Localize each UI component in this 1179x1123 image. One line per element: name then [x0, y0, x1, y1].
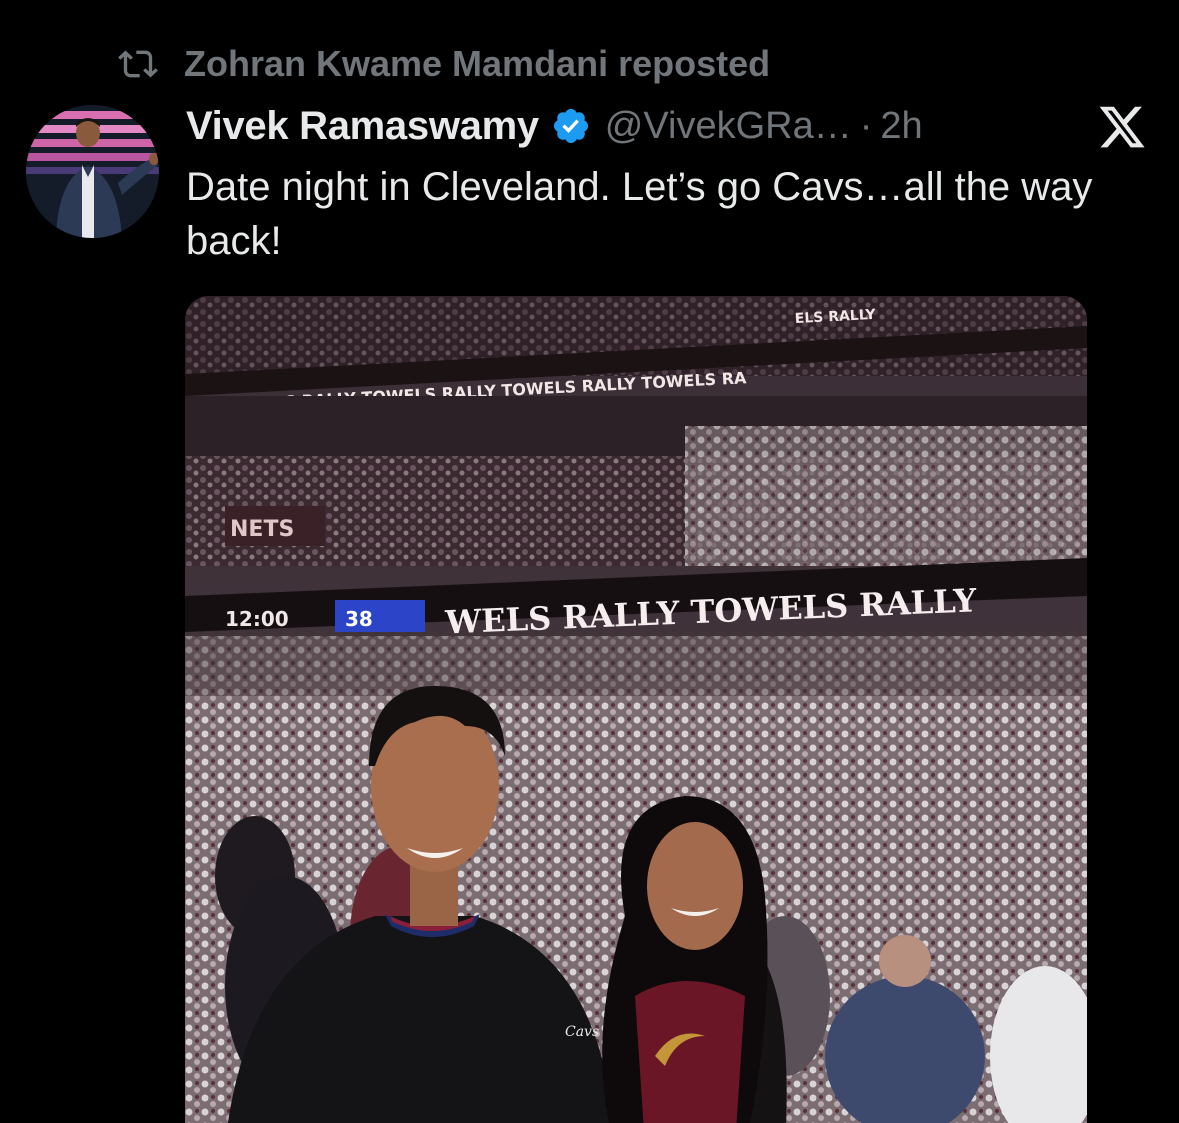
tweet-text: Date night in Cleveland. Let’s go Cavs…a…	[186, 165, 1093, 263]
svg-text:NETS: NETS	[230, 517, 294, 542]
post: Zohran Kwame Mamdani reposted Vivek Rama…	[0, 0, 1179, 1123]
repost-context[interactable]: Zohran Kwame Mamdani reposted	[118, 42, 770, 86]
x-logo-icon	[1099, 106, 1145, 148]
tweet-photo[interactable]: LLY TOWELS RALLY TOWELS RALLY TOWELS RAL…	[185, 296, 1087, 1123]
repost-label: Zohran Kwame Mamdani reposted	[184, 43, 771, 84]
avatar-image	[26, 105, 159, 238]
repost-icon	[118, 50, 158, 78]
avatar[interactable]	[26, 105, 159, 238]
separator-dot: ·	[859, 104, 873, 147]
author-handle[interactable]: @VivekGRa…	[605, 105, 852, 148]
svg-text:Cavs: Cavs	[565, 1024, 599, 1040]
scoreboard-score: 38	[345, 607, 373, 631]
scoreboard-time: 12:00	[225, 607, 289, 631]
post-header: Vivek Ramaswamy @VivekGRa… · 2h	[186, 100, 923, 152]
author-display-name[interactable]: Vivek Ramaswamy	[186, 104, 539, 149]
verified-badge-icon	[553, 108, 588, 144]
arena-photo: LLY TOWELS RALLY TOWELS RALLY TOWELS RAL…	[185, 296, 1087, 1123]
post-timestamp[interactable]: 2h	[880, 105, 922, 148]
